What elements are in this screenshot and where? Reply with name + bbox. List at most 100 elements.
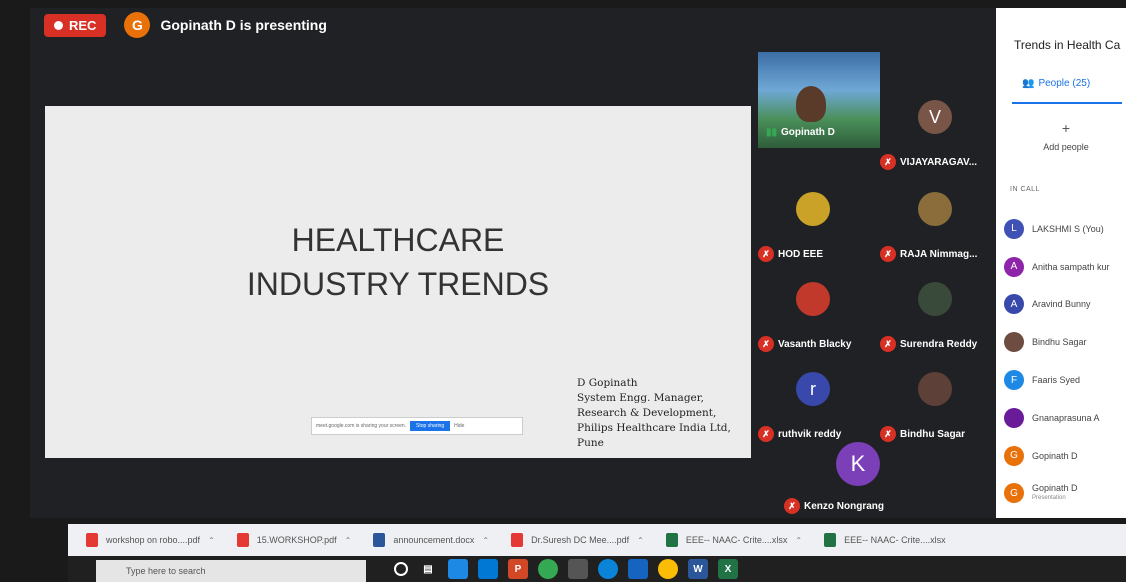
- download-filename: workshop on robo....pdf: [106, 535, 201, 545]
- chevron-up-icon[interactable]: ⌃: [345, 536, 352, 545]
- participant-name: Surendra Reddy: [900, 338, 978, 350]
- people-icon: 👥: [1022, 78, 1035, 89]
- list-item[interactable]: L LAKSHMI S (You): [1004, 210, 1126, 248]
- recording-label: REC: [69, 17, 97, 33]
- chevron-up-icon[interactable]: ⌃: [637, 536, 644, 545]
- tab-people[interactable]: 👥 People (25): [1022, 78, 1090, 89]
- participant-tile[interactable]: r ✗ ruthvik reddy: [752, 360, 874, 448]
- participant-tile-label: ✗ VIJAYARAGAV...: [880, 154, 977, 170]
- list-item[interactable]: G Gopinath D: [1004, 437, 1126, 475]
- briefcase-icon[interactable]: [478, 559, 498, 579]
- avatar: A: [1004, 256, 1024, 277]
- list-item[interactable]: A Aravind Bunny: [1004, 286, 1126, 324]
- participant-name: Aravind Bunny: [1032, 299, 1091, 310]
- meet-top-bar: REC G Gopinath D is presenting: [30, 8, 996, 42]
- participant-name: Anitha sampath kur: [1032, 261, 1110, 272]
- download-item[interactable]: EEE-- NAAC- Crite....xlsx ⌃: [665, 533, 802, 547]
- author-line: Research & Development,: [577, 407, 717, 419]
- cursor-icon[interactable]: [628, 559, 648, 579]
- participant-tile[interactable]: V ✗ VIJAYARAGAV...: [874, 88, 996, 176]
- download-item[interactable]: EEE-- NAAC- Crite....xlsx: [824, 533, 946, 547]
- chevron-up-icon[interactable]: ⌃: [482, 536, 489, 545]
- edge-icon[interactable]: [598, 559, 618, 579]
- mic-off-icon: ✗: [880, 154, 896, 170]
- participant-avatar: V: [918, 100, 952, 134]
- participant-name: LAKSHMI S (You): [1032, 223, 1104, 234]
- record-dot-icon: [54, 20, 63, 30]
- slide-title-line-2: INDUSTRY TRENDS: [246, 266, 550, 302]
- powerpoint-icon[interactable]: P: [508, 559, 528, 579]
- participant-tile[interactable]: ✗ RAJA Nimmag...: [874, 180, 996, 268]
- participant-avatar: [918, 372, 952, 406]
- participant-name: Gnanaprasuna A: [1032, 412, 1100, 423]
- participant-name: Gopinath D Presentation: [1032, 483, 1078, 503]
- docx-file-icon: [373, 533, 386, 547]
- list-item[interactable]: G Gopinath D Presentation: [1004, 475, 1126, 513]
- download-item[interactable]: workshop on robo....pdf ⌃: [86, 533, 215, 547]
- avatar: L: [1004, 218, 1024, 239]
- participant-tile-label: ✗ Surendra Reddy: [880, 336, 977, 352]
- meeting-title: Trends in Health Ca: [1014, 38, 1121, 52]
- xlsx-file-icon: [665, 533, 678, 547]
- word-icon[interactable]: W: [688, 559, 708, 579]
- author-line: D Gopinath: [577, 377, 638, 389]
- download-item[interactable]: announcement.docx ⌃: [373, 533, 489, 547]
- add-people-button[interactable]: + Add people: [1036, 120, 1096, 152]
- avatar: A: [1004, 294, 1024, 315]
- participant-avatar: K: [836, 442, 880, 486]
- participant-tile[interactable]: ✗ HOD EEE: [752, 180, 874, 268]
- download-item[interactable]: 15.WORKSHOP.pdf ⌃: [236, 533, 352, 547]
- people-tab-label: People (25): [1038, 78, 1091, 89]
- list-item[interactable]: F Faaris Syed: [1004, 361, 1126, 399]
- participant-name: Bindhu Sagar: [900, 428, 966, 440]
- store-icon[interactable]: [448, 559, 468, 579]
- camera-icon[interactable]: [568, 559, 588, 579]
- participant-avatar: [796, 192, 830, 226]
- participant-list: L LAKSHMI S (You) A Anitha sampath kur A Ar…: [1004, 210, 1126, 512]
- chrome-icon[interactable]: [538, 559, 558, 579]
- share-bar-text: meet.google.com is sharing your screen.: [316, 423, 407, 429]
- participant-tile[interactable]: ✗ Bindhu Sagar: [874, 360, 996, 448]
- active-tab-indicator: [1012, 102, 1122, 104]
- cortana-icon[interactable]: [394, 562, 408, 576]
- author-line: System Engg. Manager,: [577, 392, 704, 404]
- participant-avatar: [796, 282, 830, 316]
- participant-tile-label: ✗ Bindhu Sagar: [880, 426, 965, 442]
- xlsx-file-icon: [824, 533, 837, 547]
- list-item[interactable]: Gnanaprasuna A: [1004, 399, 1126, 437]
- chevron-up-icon[interactable]: ⌃: [208, 536, 215, 545]
- download-filename: Dr.Suresh DC Mee....pdf: [531, 535, 630, 545]
- mic-off-icon: ✗: [880, 426, 896, 442]
- hide-button[interactable]: Hide: [454, 423, 464, 429]
- add-people-label: Add people: [1043, 142, 1089, 152]
- slide-title: HEALTHCARE INDUSTRY TRENDS: [45, 218, 751, 306]
- in-call-heading: IN CALL: [1010, 186, 1040, 193]
- avatar: [1004, 332, 1024, 353]
- mic-off-icon: ✗: [880, 336, 896, 352]
- participant-tile-label: ✗ RAJA Nimmag...: [880, 246, 977, 262]
- task-view-icon[interactable]: ▤: [418, 559, 438, 579]
- download-filename: EEE-- NAAC- Crite....xlsx: [844, 535, 946, 545]
- recording-badge: REC: [44, 13, 107, 37]
- stop-sharing-button[interactable]: Stop sharing: [410, 421, 451, 431]
- author-line: Philips Healthcare India Ltd,: [577, 422, 731, 434]
- download-filename: 15.WORKSHOP.pdf: [256, 535, 337, 545]
- participant-name: ruthvik reddy: [778, 428, 842, 440]
- list-item[interactable]: Bindhu Sagar: [1004, 323, 1126, 361]
- presenting-status: Gopinath D is presenting: [160, 17, 327, 33]
- participant-tile[interactable]: ✗ Vasanth Blacky: [752, 270, 874, 358]
- download-item[interactable]: Dr.Suresh DC Mee....pdf ⌃: [511, 533, 644, 547]
- participant-tile[interactable]: K ✗ Kenzo Nongrang: [778, 442, 938, 518]
- mic-off-icon: ✗: [758, 246, 774, 262]
- participant-name: Kenzo Nongrang: [804, 500, 884, 512]
- taskbar-search-input[interactable]: Type here to search: [96, 560, 366, 582]
- mic-off-icon: ✗: [784, 498, 800, 514]
- excel-icon[interactable]: X: [718, 559, 738, 579]
- list-item[interactable]: A Anitha sampath kur: [1004, 248, 1126, 286]
- participant-avatar: [918, 192, 952, 226]
- participant-tile-label: ✗ Kenzo Nongrang: [784, 498, 884, 514]
- add-person-icon: +: [1061, 120, 1071, 136]
- chrome-icon[interactable]: [658, 559, 678, 579]
- chevron-up-icon[interactable]: ⌃: [795, 536, 802, 545]
- participant-tile[interactable]: ✗ Surendra Reddy: [874, 270, 996, 358]
